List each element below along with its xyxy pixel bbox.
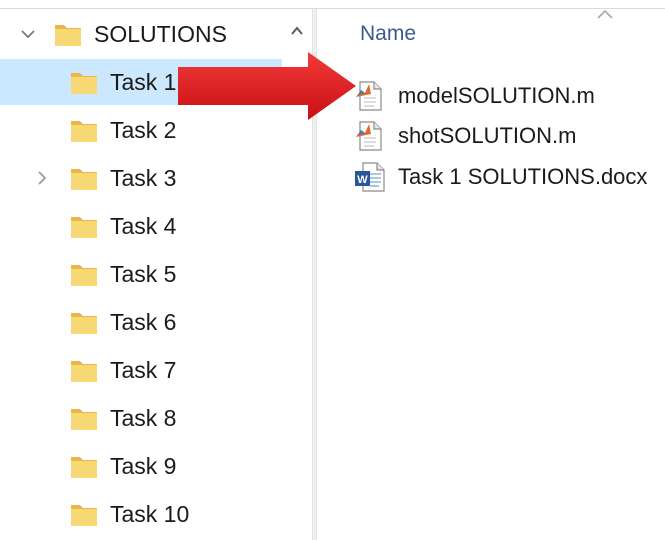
chevron-down-icon[interactable]: [18, 24, 38, 44]
word-document-icon: W: [355, 162, 385, 192]
nav-item-label: Task 1: [110, 69, 177, 95]
nav-item-task-8[interactable]: Task 8: [0, 395, 282, 441]
file-row[interactable]: W Task 1 SOLUTIONS.docx: [354, 157, 647, 197]
folder-icon: [71, 505, 97, 526]
nav-item-label: Task 6: [110, 309, 177, 335]
folder-icon: [71, 265, 97, 286]
nav-item-task-6[interactable]: Task 6: [0, 299, 282, 345]
file-name: modelSOLUTION.m: [398, 83, 595, 108]
sort-ascending-icon: [597, 9, 613, 19]
matlab-file-icon: [356, 81, 382, 111]
folder-icon: [71, 217, 97, 238]
nav-item-task-9[interactable]: Task 9: [0, 443, 282, 489]
nav-item-label: SOLUTIONS: [94, 21, 227, 47]
file-row[interactable]: shotSOLUTION.m: [354, 116, 576, 156]
folder-icon: [55, 25, 81, 46]
folder-icon: [71, 121, 97, 142]
folder-icon: [71, 409, 97, 430]
matlab-file-icon: [356, 121, 382, 151]
file-name: Task 1 SOLUTIONS.docx: [398, 164, 648, 189]
folder-icon: [71, 169, 97, 190]
scroll-up-button[interactable]: [282, 18, 312, 44]
nav-item-task-5[interactable]: Task 5: [0, 251, 282, 297]
nav-item-label: Task 4: [110, 213, 177, 239]
folder-icon: [71, 361, 97, 382]
file-explorer-window: SOLUTIONS Task 1 Task 2 Task 3 Task 4 Ta…: [0, 0, 665, 540]
nav-item-label: Task 5: [110, 261, 177, 287]
nav-item-label: Task 9: [110, 453, 177, 479]
nav-item-task-10[interactable]: Task 10: [0, 491, 282, 537]
chevron-up-icon: [291, 26, 303, 35]
nav-item-task-4[interactable]: Task 4: [0, 203, 282, 249]
folder-icon: [71, 73, 97, 94]
nav-item-label: Task 10: [110, 501, 190, 527]
nav-item-label: Task 8: [110, 405, 177, 431]
file-name: shotSOLUTION.m: [398, 123, 577, 148]
chevron-right-icon[interactable]: [32, 168, 52, 188]
nav-item-task-7[interactable]: Task 7: [0, 347, 282, 393]
nav-item-label: Task 2: [110, 117, 177, 143]
nav-item-task-3[interactable]: Task 3: [0, 155, 282, 201]
file-row[interactable]: modelSOLUTION.m: [354, 76, 595, 116]
folder-icon: [71, 457, 97, 478]
red-arrow-annotation: [178, 52, 356, 120]
column-header-name[interactable]: Name: [360, 22, 416, 46]
svg-text:W: W: [357, 174, 368, 186]
folder-icon: [71, 313, 97, 334]
nav-item-label: Task 3: [110, 165, 177, 191]
nav-item-label: Task 7: [110, 357, 177, 383]
